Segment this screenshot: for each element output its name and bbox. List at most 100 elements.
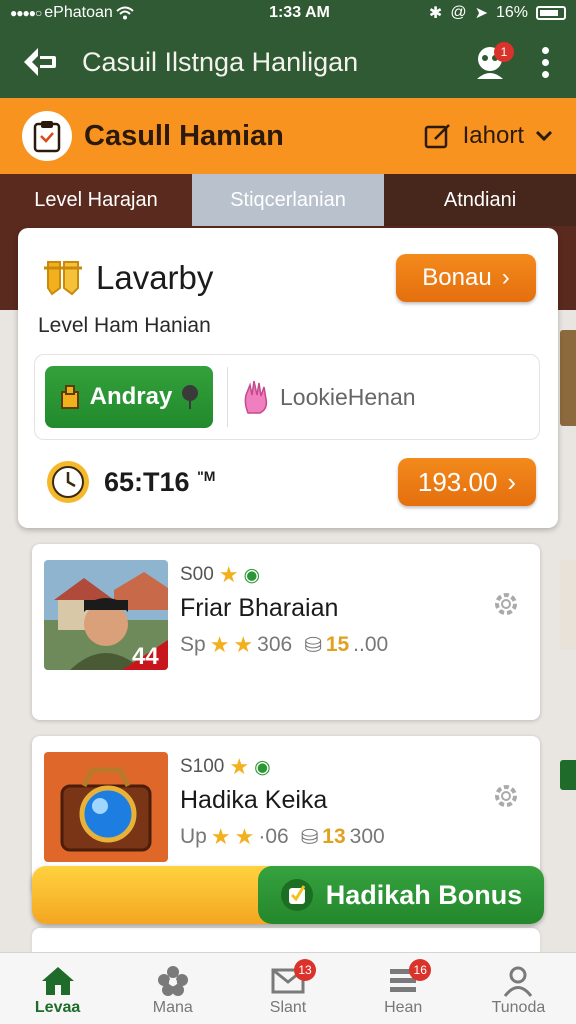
price-label: 193.00: [417, 466, 498, 497]
battery-icon: [536, 6, 566, 20]
brand-header: Casull Hamian Iahort: [0, 98, 576, 174]
list-icon: 16: [383, 959, 432, 999]
item-prefix: Sp: [180, 633, 206, 656]
nav-item-slant[interactable]: 13 Slant: [230, 953, 345, 1024]
bonus-bar[interactable]: Hadikah Bonus: [32, 866, 544, 924]
item-count: 306: [257, 633, 293, 656]
list-item[interactable]: 44 S00 ★ ◉ Friar Bharaian Sp ★ ★ 306 ⛁ 1…: [32, 544, 540, 720]
item-value: ..00: [353, 633, 389, 656]
carrier-name: ePhatoan: [44, 4, 113, 21]
clock-icon: [47, 461, 89, 503]
item-name: Hadika Keika: [180, 786, 328, 814]
notification-badge: 1: [494, 42, 514, 62]
signal-dots-icon: ●●●●○: [10, 6, 42, 20]
badge-icon: [60, 385, 79, 409]
nav-item-profile[interactable]: Tunoda: [461, 953, 576, 1024]
action-panel: Andray LookieHenan: [34, 354, 540, 440]
brand-name: Casull Hamian: [84, 119, 284, 152]
hadikah-bonus-button[interactable]: Hadikah Bonus: [258, 866, 544, 924]
gift-check-icon: [280, 879, 313, 911]
clipboard-icon: [33, 121, 61, 153]
item-prefix: Up: [180, 825, 207, 848]
tab-bar: Level Harajan Stiqcerlanian Atndiani: [0, 174, 576, 226]
andray-button[interactable]: Andray: [45, 366, 213, 428]
tab-label: Level Harajan: [34, 188, 158, 211]
andray-button-label: Andray: [89, 383, 173, 410]
coins-icon: ⛁: [300, 825, 319, 849]
item-stats: Sp ★ ★ 306 ⛁ 15 ..00: [180, 632, 388, 658]
back-button[interactable]: [16, 39, 62, 85]
lookie-label: LookieHenan: [280, 383, 416, 410]
wifi-icon: [116, 6, 134, 20]
battery-percent: 16%: [495, 4, 528, 21]
sync-icon: @: [450, 4, 467, 21]
bonus-bar-label: Hadikah Bonus: [325, 879, 523, 910]
chevron-down-icon: [535, 130, 553, 142]
nav-badge: 16: [409, 959, 432, 981]
nav-item-mana[interactable]: Mana: [115, 953, 230, 1024]
lookie-link[interactable]: LookieHenan: [242, 379, 416, 415]
signal-icon: ◉: [243, 564, 261, 586]
star-icon: ★: [234, 824, 255, 849]
item-thumbnail: 44: [44, 560, 168, 670]
player-card: Lavarby Bonau › Level Ham Hanian Andray …: [18, 228, 558, 528]
item-stats: Up ★ ★ ·06 ⛁ 13 300: [180, 824, 385, 850]
item-highlight: 15: [325, 633, 350, 656]
item-highlight: 13: [322, 825, 346, 848]
divider: [227, 367, 228, 427]
more-options-button[interactable]: [530, 38, 560, 86]
trophy-icon: [44, 261, 82, 296]
brand-logo[interactable]: [22, 111, 72, 161]
timer-suffix: "M: [197, 467, 216, 484]
location-icon: ➤: [474, 5, 488, 22]
timer-row: 65:T16 "M 193.00 ›: [44, 456, 536, 508]
edit-box-icon: [424, 124, 450, 149]
coins-icon: ⛁: [304, 633, 322, 657]
timer-value: 65:T16: [104, 466, 190, 497]
item-meta: S00 ★ ◉: [180, 562, 260, 588]
player-subtitle: Level Ham Hanian: [38, 314, 211, 337]
background-sliver: [560, 560, 576, 650]
more-dot-icon: [541, 46, 549, 54]
bonus-button[interactable]: Bonau ›: [396, 254, 536, 302]
price-button[interactable]: 193.00 ›: [398, 458, 536, 506]
gear-icon[interactable]: [492, 590, 520, 618]
tab-sticker[interactable]: Stiqcerlanian: [192, 174, 384, 226]
status-time: 1:33 AM: [269, 4, 330, 21]
nav-label: Hean: [384, 999, 423, 1016]
status-bar: ●●●●○ ePhatoan 1:33 AM ✱ @ ➤ 16%: [0, 0, 576, 26]
star-icon: ★: [233, 632, 254, 657]
more-dot-icon: [541, 58, 549, 66]
tab-attendance[interactable]: Atndiani: [384, 174, 576, 226]
header-selector[interactable]: Iahort: [423, 121, 554, 151]
star-icon: ★: [210, 824, 231, 849]
mail-icon: 13: [268, 959, 316, 999]
item-meta: S100 ★ ◉: [180, 754, 271, 780]
countdown-timer: 65:T16 "M: [104, 467, 398, 498]
more-dot-icon: [541, 70, 549, 78]
player-name: Lavarby: [96, 259, 214, 296]
item-name: Friar Bharaian: [180, 594, 339, 622]
item-meta-text: S100: [180, 756, 225, 777]
person-photo: 44: [44, 560, 168, 670]
profile-button[interactable]: 1: [466, 38, 514, 86]
flower-icon: [153, 963, 193, 999]
user-icon: [498, 963, 538, 999]
tab-level[interactable]: Level Harajan: [0, 174, 192, 226]
nav-label: Slant: [269, 999, 307, 1016]
chevron-right-icon: ›: [507, 466, 517, 497]
item-meta-text: S00: [180, 564, 214, 585]
app-bar: Casuil Ilstnga Hanligan 1: [0, 26, 576, 98]
item-count: ·06: [258, 825, 289, 848]
bonus-button-label: Bonau: [422, 264, 492, 291]
star-icon: ★: [218, 562, 239, 587]
nav-item-hean[interactable]: 16 Hean: [346, 953, 461, 1024]
gear-icon[interactable]: [492, 782, 520, 810]
nav-item-home[interactable]: Levaa: [0, 953, 115, 1024]
player-header: Lavarby Bonau ›: [42, 252, 536, 304]
home-icon: [38, 963, 78, 999]
chevron-right-icon: ›: [501, 264, 510, 291]
nav-label: Mana: [152, 999, 193, 1016]
tab-label: Atndiani: [443, 188, 517, 211]
background-sliver: [560, 760, 576, 790]
